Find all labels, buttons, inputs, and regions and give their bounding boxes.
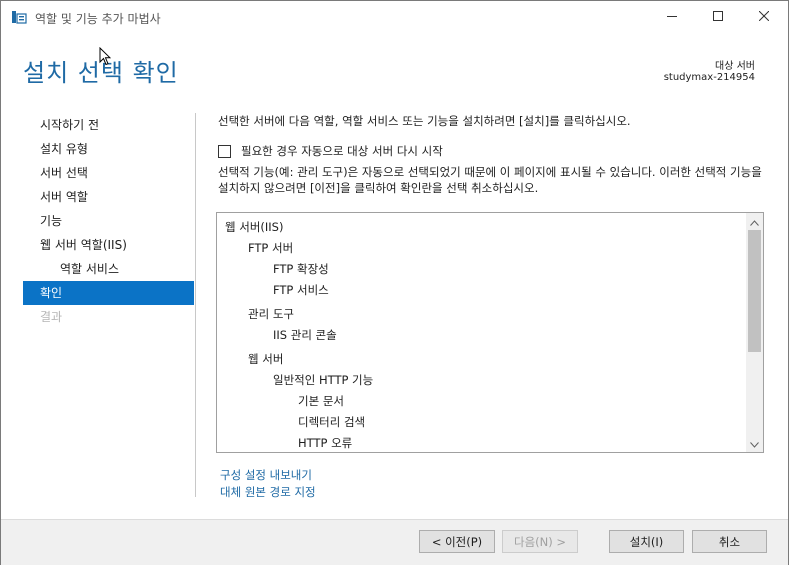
list-item: 웹 서버 [248,352,284,366]
export-configuration-link[interactable]: 구성 설정 내보내기 [220,467,312,483]
maximize-button[interactable] [695,1,741,33]
list-item: FTP 서비스 [273,283,329,297]
window-title: 역할 및 기능 추가 마법사 [35,12,161,26]
previous-button[interactable]: < 이전(P) [419,530,495,553]
title-bar[interactable]: 역할 및 기능 추가 마법사 [1,1,788,33]
destination-server-label: 대상 서버 [715,61,755,72]
list-item: HTTP 오류 [298,436,353,450]
selected-features-list[interactable]: 웹 서버(IIS) FTP 서버 FTP 확장성 FTP 서비스 관리 도구 I… [216,212,764,453]
list-item: 일반적인 HTTP 기능 [273,373,374,387]
close-icon [758,10,770,24]
list-item: 기본 문서 [298,394,344,408]
features-list-content: 웹 서버(IIS) FTP 서버 FTP 확장성 FTP 서비스 관리 도구 I… [217,213,747,452]
alternate-source-path-link[interactable]: 대체 원본 경로 지정 [220,484,316,500]
nav-item-server-roles[interactable]: 서버 역할 [23,185,194,209]
install-button[interactable]: 설치(I) [609,530,684,553]
optional-features-note: 선택적 기능(예: 관리 도구)은 자동으로 선택되었기 때문에 이 페이지에 … [218,165,762,195]
wizard-window: 역할 및 기능 추가 마법사 설치 선택 확인 대상 서버 studymax-2… [0,0,789,565]
chevron-up-icon [750,215,759,229]
minimize-button[interactable] [649,1,695,33]
nav-item-confirmation[interactable]: 확인 [23,281,194,305]
wizard-footer: < 이전(P) 다음(N) > 설치(I) 취소 [1,520,788,565]
mouse-pointer-icon [99,46,112,69]
nav-item-role-services[interactable]: 역할 서비스 [23,257,194,281]
list-item: 웹 서버(IIS) [225,220,284,234]
nav-item-results: 결과 [40,310,63,324]
server-manager-icon [11,10,27,24]
maximize-icon [713,10,723,24]
list-item: FTP 서버 [248,241,294,255]
chevron-down-icon [750,437,759,451]
vertical-scrollbar[interactable] [746,213,763,452]
wizard-nav: 시작하기 전 설치 유형 서버 선택 서버 역할 기능 웹 서버 역할(IIS)… [23,113,194,329]
close-button[interactable] [741,1,787,33]
nav-item-server-selection[interactable]: 서버 선택 [23,161,194,185]
restart-checkbox-label[interactable]: 필요한 경우 자동으로 대상 서버 다시 시작 [241,143,443,159]
nav-item-before-you-begin[interactable]: 시작하기 전 [23,113,194,137]
intro-text: 선택한 서버에 다음 역할, 역할 서비스 또는 기능을 설치하려면 [설치]를… [218,114,631,128]
scrollbar-thumb[interactable] [748,230,761,352]
next-button: 다음(N) > [502,530,578,553]
nav-item-web-server-role[interactable]: 웹 서버 역할(IIS) [23,233,194,257]
list-item: 디렉터리 검색 [298,415,366,429]
nav-item-features[interactable]: 기능 [23,209,194,233]
cancel-button[interactable]: 취소 [692,530,767,553]
scroll-down-button[interactable] [746,435,763,452]
minimize-icon [667,10,677,24]
nav-divider [195,113,196,497]
restart-option[interactable]: 필요한 경우 자동으로 대상 서버 다시 시작 [218,143,443,159]
destination-server-value: studymax-214954 [663,72,755,83]
restart-checkbox[interactable] [218,144,231,158]
list-item: IIS 관리 콘솔 [273,328,337,342]
nav-item-installation-type[interactable]: 설치 유형 [23,137,194,161]
list-item: FTP 확장성 [273,262,329,276]
scroll-up-button[interactable] [746,213,763,230]
list-item: 관리 도구 [248,307,294,321]
